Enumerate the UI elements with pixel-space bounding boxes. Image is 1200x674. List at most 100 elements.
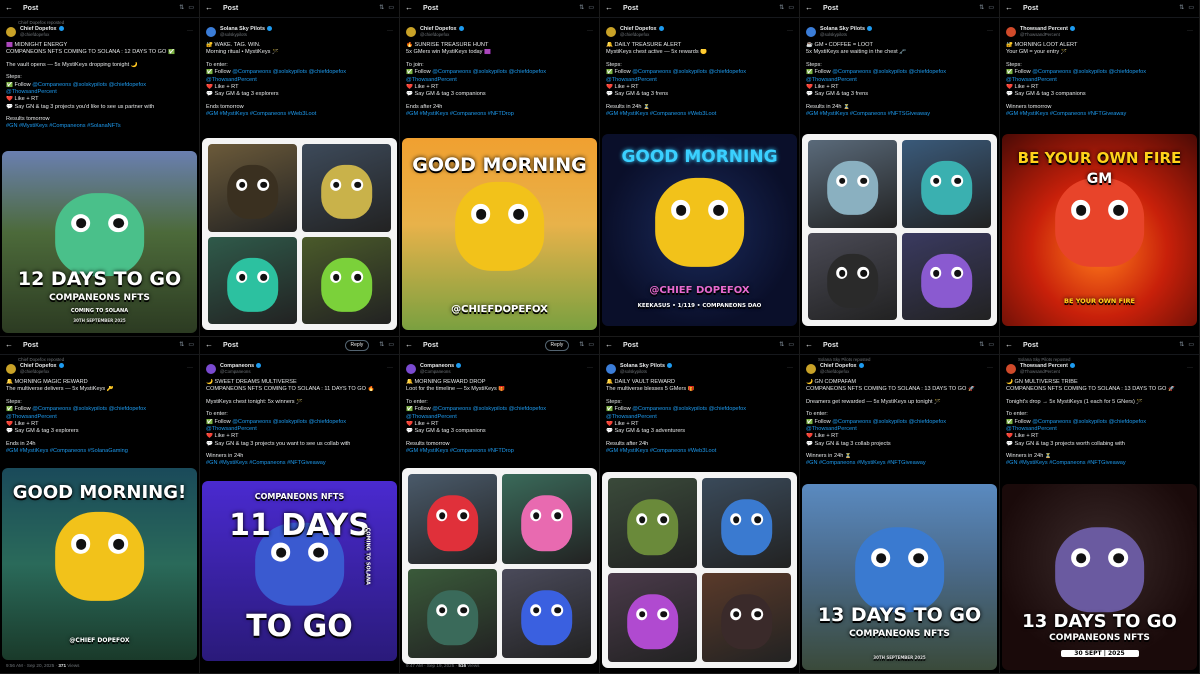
layout-icon[interactable]: ▭ bbox=[188, 342, 194, 350]
back-arrow-icon[interactable]: ← bbox=[805, 340, 815, 351]
nft-tile[interactable] bbox=[408, 568, 497, 658]
post-line: Winners tomorrow bbox=[1006, 103, 1052, 110]
more-options-icon[interactable]: ··· bbox=[787, 365, 793, 373]
layout-icon[interactable]: ▭ bbox=[988, 5, 994, 13]
nft-tile[interactable] bbox=[808, 140, 897, 228]
post-media-image[interactable]: 12 DAYS TO GO COMPANEONS NFTS COMING TO SO… bbox=[2, 151, 197, 333]
more-options-icon[interactable]: ··· bbox=[987, 365, 993, 373]
back-arrow-icon[interactable]: ← bbox=[405, 3, 415, 14]
more-options-icon[interactable]: ··· bbox=[187, 365, 193, 373]
nft-tile[interactable] bbox=[302, 236, 391, 324]
back-arrow-icon[interactable]: ← bbox=[805, 3, 815, 14]
share-icon[interactable]: ⇅ bbox=[579, 342, 584, 350]
more-options-icon[interactable]: ··· bbox=[1187, 365, 1193, 373]
more-options-icon[interactable]: ··· bbox=[387, 28, 393, 36]
post-media-image[interactable]: GOOD MORNING @CHIEF DOPEFOX KEEKASUS • 1/1… bbox=[602, 134, 797, 326]
share-icon[interactable]: ⇅ bbox=[579, 5, 584, 13]
share-icon[interactable]: ⇅ bbox=[379, 342, 384, 350]
author-block: Solana Sky Pilots @solskypilots bbox=[820, 26, 872, 38]
share-icon[interactable]: ⇅ bbox=[779, 342, 784, 350]
layout-icon[interactable]: ▭ bbox=[788, 342, 794, 350]
post-media-image[interactable]: GOOD MORNING! @CHIEF DOPEFOX bbox=[2, 468, 197, 660]
back-arrow-icon[interactable]: ← bbox=[5, 340, 15, 351]
more-options-icon[interactable]: ··· bbox=[187, 28, 193, 36]
back-arrow-icon[interactable]: ← bbox=[1005, 340, 1015, 351]
post-media-image[interactable]: 13 DAYS TO GO COMPANEONS NFTS 30TH SEPTEMB… bbox=[802, 484, 997, 670]
back-arrow-icon[interactable]: ← bbox=[205, 340, 215, 351]
post-line: @ThowsandPercent bbox=[6, 88, 57, 95]
nft-tile[interactable] bbox=[902, 140, 991, 228]
post-text: 🌙 GN MULTIVERSE TRIBE COMPANEONS NFTS COM… bbox=[1000, 376, 1199, 468]
layout-icon[interactable]: ▭ bbox=[588, 342, 594, 350]
layout-icon[interactable]: ▭ bbox=[988, 342, 994, 350]
avatar[interactable] bbox=[406, 363, 416, 374]
layout-icon[interactable]: ▭ bbox=[388, 342, 394, 350]
nft-tile[interactable] bbox=[702, 478, 791, 568]
nft-tile[interactable] bbox=[208, 144, 297, 232]
post-media-image[interactable] bbox=[202, 138, 397, 330]
share-icon[interactable]: ⇅ bbox=[179, 5, 184, 13]
avatar[interactable] bbox=[806, 363, 816, 374]
share-icon[interactable]: ⇅ bbox=[979, 342, 984, 350]
nft-tile[interactable] bbox=[608, 478, 697, 568]
nft-collage bbox=[808, 140, 991, 320]
avatar[interactable] bbox=[1006, 363, 1016, 374]
nft-tile[interactable] bbox=[702, 572, 791, 662]
share-icon[interactable]: ⇅ bbox=[1179, 342, 1184, 350]
more-options-icon[interactable]: ··· bbox=[987, 28, 993, 36]
nft-tile[interactable] bbox=[302, 144, 391, 232]
post-media-image[interactable]: BE YOUR OWN FIRE GM BE YOUR OWN FIRE bbox=[1002, 134, 1197, 326]
author-name-text: Chief Dopefox bbox=[20, 25, 57, 32]
nft-tile[interactable] bbox=[808, 232, 897, 320]
layout-icon[interactable]: ▭ bbox=[588, 5, 594, 13]
eye bbox=[870, 548, 891, 567]
share-icon[interactable]: ⇅ bbox=[179, 342, 184, 350]
reply-button[interactable]: Reply bbox=[544, 340, 570, 351]
post-media-image[interactable] bbox=[402, 468, 597, 664]
layout-icon[interactable]: ▭ bbox=[388, 5, 394, 13]
avatar[interactable] bbox=[606, 26, 616, 37]
verified-badge-icon bbox=[858, 362, 864, 368]
layout-icon[interactable]: ▭ bbox=[1188, 5, 1194, 13]
more-options-icon[interactable]: ··· bbox=[787, 28, 793, 36]
more-options-icon[interactable]: ··· bbox=[1187, 28, 1193, 36]
back-arrow-icon[interactable]: ← bbox=[205, 3, 215, 14]
more-options-icon[interactable]: ··· bbox=[587, 28, 593, 36]
share-icon[interactable]: ⇅ bbox=[779, 5, 784, 13]
post-line: 💬 Say GM & tag 3 companions bbox=[1006, 91, 1086, 98]
reply-button[interactable]: Reply bbox=[344, 340, 370, 351]
share-icon[interactable]: ⇅ bbox=[1179, 5, 1184, 13]
layout-icon[interactable]: ▭ bbox=[188, 5, 194, 13]
back-arrow-icon[interactable]: ← bbox=[5, 3, 15, 14]
share-icon[interactable]: ⇅ bbox=[379, 5, 384, 13]
back-arrow-icon[interactable]: ← bbox=[605, 340, 615, 351]
post-media-image[interactable]: 13 DAYS TO GO COMPANEONS NFTS 30 SEPT | 20… bbox=[1002, 484, 1197, 670]
avatar[interactable] bbox=[6, 26, 16, 37]
post-line: 🔔 DAILY TREASURE ALERT bbox=[606, 42, 682, 48]
nft-tile[interactable] bbox=[902, 232, 991, 320]
nft-tile[interactable] bbox=[608, 572, 697, 662]
nft-tile[interactable] bbox=[408, 474, 497, 564]
nft-tile[interactable] bbox=[502, 474, 591, 564]
avatar[interactable] bbox=[1006, 26, 1016, 37]
layout-icon[interactable]: ▭ bbox=[788, 5, 794, 13]
nft-tile[interactable] bbox=[502, 568, 591, 658]
nft-tile[interactable] bbox=[208, 236, 297, 324]
back-arrow-icon[interactable]: ← bbox=[605, 3, 615, 14]
more-options-icon[interactable]: ··· bbox=[587, 365, 593, 373]
post-media-image[interactable]: GOOD MORNING @CHIEFDOPEFOX bbox=[402, 138, 597, 330]
layout-icon[interactable]: ▭ bbox=[1188, 342, 1194, 350]
avatar[interactable] bbox=[406, 26, 416, 37]
avatar[interactable] bbox=[806, 26, 816, 37]
back-arrow-icon[interactable]: ← bbox=[1005, 3, 1015, 14]
post-media-image[interactable] bbox=[602, 472, 797, 668]
share-icon[interactable]: ⇅ bbox=[979, 5, 984, 13]
avatar[interactable] bbox=[606, 363, 616, 374]
post-media-image[interactable] bbox=[802, 134, 997, 326]
back-arrow-icon[interactable]: ← bbox=[405, 340, 415, 351]
avatar[interactable] bbox=[206, 363, 216, 374]
avatar[interactable] bbox=[6, 363, 16, 374]
more-options-icon[interactable]: ··· bbox=[387, 365, 393, 373]
avatar[interactable] bbox=[206, 26, 216, 37]
post-media-image[interactable]: COMPANEONS NFTS 11 DAYS TO GO COMING TO SOL… bbox=[202, 481, 397, 661]
